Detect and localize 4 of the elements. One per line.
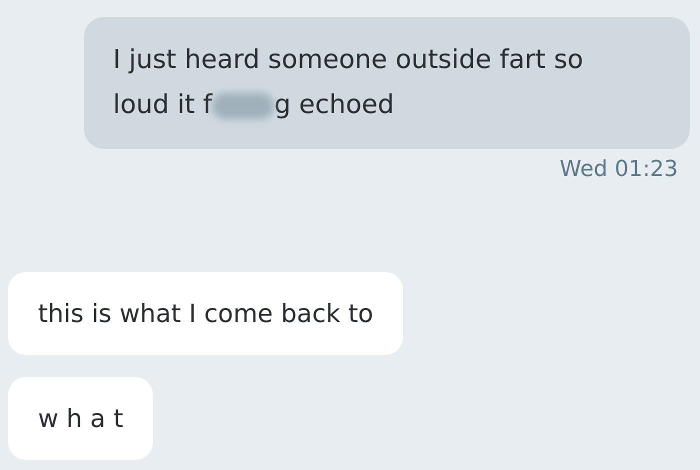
message-text: this is what I come back to [38, 299, 374, 328]
message-text: I just heard someone outside fart so loud it f g echoed [113, 44, 584, 122]
message-text: w h a t [38, 404, 124, 433]
message-timestamp: Wed 01:23 [560, 156, 678, 184]
